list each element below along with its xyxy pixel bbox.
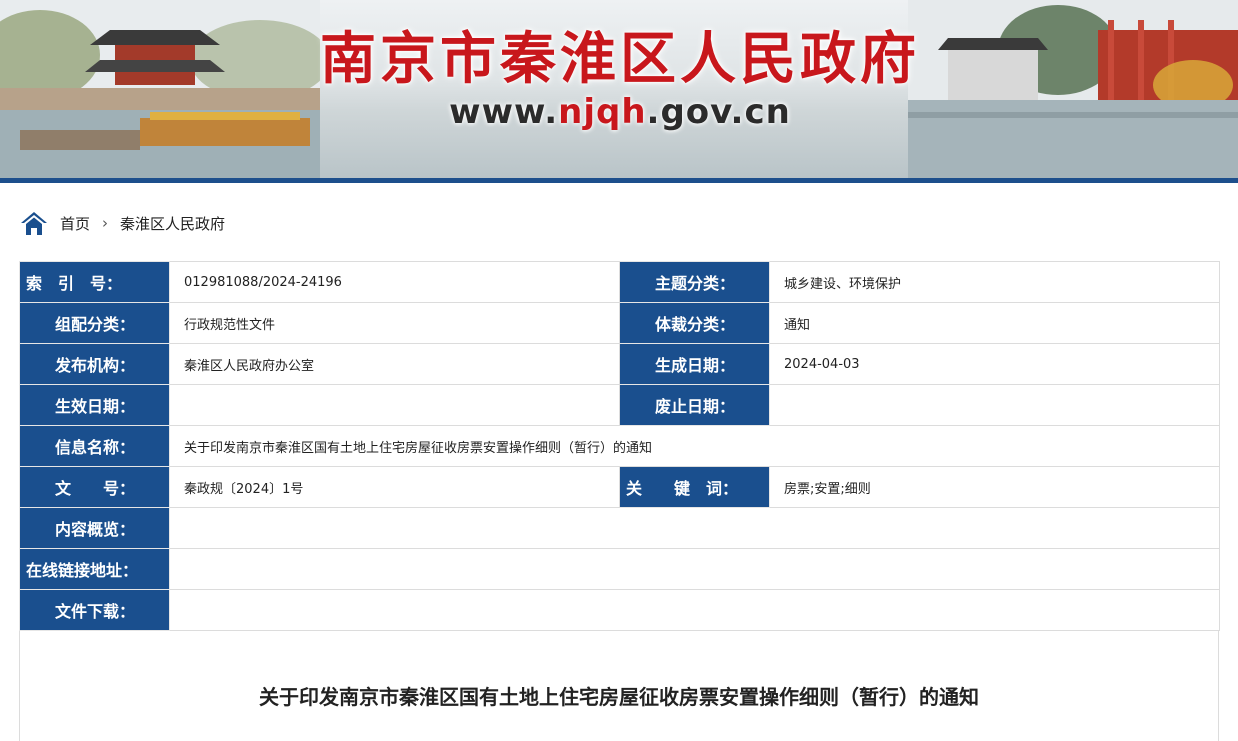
- created-date-value: 2024-04-03: [769, 343, 1220, 385]
- table-row: 信息名称： 关于印发南京市秦淮区国有土地上住宅房屋征收房票安置操作细则（暂行）的…: [19, 425, 1220, 467]
- table-row: 文件下载：: [19, 589, 1220, 631]
- site-banner: 南京市秦淮区人民政府 www.njqh.gov.cn: [0, 0, 1238, 178]
- effective-date-value: [169, 384, 620, 426]
- riverside-scene-image: [908, 0, 1238, 178]
- topic-category-label: 主题分类：: [619, 261, 770, 303]
- chevron-right-icon: ›: [102, 214, 109, 232]
- table-row: 内容概览：: [19, 507, 1220, 549]
- genre-category-label: 体裁分类：: [619, 302, 770, 344]
- online-link-value[interactable]: [169, 548, 1220, 590]
- keywords-value: 房票;安置;细则: [769, 466, 1220, 508]
- document-number-value: 秦政规〔2024〕1号: [169, 466, 620, 508]
- site-url: www.njqh.gov.cn: [320, 92, 920, 132]
- index-number-label: 索 引 号：: [19, 261, 170, 303]
- document-title: 关于印发南京市秦淮区国有土地上住宅房屋征收房票安置操作细则（暂行）的通知: [259, 685, 979, 709]
- publisher-value: 秦淮区人民政府办公室: [169, 343, 620, 385]
- assembly-category-value: 行政规范性文件: [169, 302, 620, 344]
- effective-date-label: 生效日期：: [19, 384, 170, 426]
- created-date-label: 生成日期：: [619, 343, 770, 385]
- site-url-prefix: www.: [449, 92, 559, 132]
- repeal-date-label: 废止日期：: [619, 384, 770, 426]
- temple-scene-image: [0, 0, 320, 178]
- keywords-label: 关 键 词：: [619, 466, 770, 508]
- breadcrumb-home-link[interactable]: 首页: [60, 213, 90, 234]
- breadcrumb: 首页 › 秦淮区人民政府: [20, 208, 225, 238]
- index-number-value: 012981088/2024-24196: [169, 261, 620, 303]
- file-download-value[interactable]: [169, 589, 1220, 631]
- publisher-label: 发布机构：: [19, 343, 170, 385]
- banner-divider: [0, 178, 1238, 183]
- genre-category-value: 通知: [769, 302, 1220, 344]
- breadcrumb-current-link[interactable]: 秦淮区人民政府: [120, 213, 225, 234]
- document-content: 关于印发南京市秦淮区国有土地上住宅房屋征收房票安置操作细则（暂行）的通知: [19, 631, 1219, 741]
- online-link-label: 在线链接地址：: [19, 548, 170, 590]
- content-summary-value: [169, 507, 1220, 549]
- document-number-label: 文 号：: [19, 466, 170, 508]
- info-name-label: 信息名称：: [19, 425, 170, 467]
- table-row: 文 号： 秦政规〔2024〕1号 关 键 词： 房票;安置;细则: [19, 466, 1220, 508]
- info-name-value: 关于印发南京市秦淮区国有土地上住宅房屋征收房票安置操作细则（暂行）的通知: [169, 425, 1220, 467]
- file-download-label: 文件下载：: [19, 589, 170, 631]
- site-url-highlight: njqh: [558, 92, 647, 132]
- home-icon[interactable]: [20, 210, 48, 236]
- repeal-date-value: [769, 384, 1220, 426]
- site-url-suffix: .gov.cn: [646, 92, 791, 132]
- site-title: 南京市秦淮区人民政府: [320, 27, 920, 92]
- table-row: 在线链接地址：: [19, 548, 1220, 590]
- content-summary-label: 内容概览：: [19, 507, 170, 549]
- assembly-category-label: 组配分类：: [19, 302, 170, 344]
- topic-category-value: 城乡建设、环境保护: [769, 261, 1220, 303]
- table-row: 索 引 号： 012981088/2024-24196 主题分类： 城乡建设、环…: [19, 261, 1220, 303]
- document-metadata-table: 索 引 号： 012981088/2024-24196 主题分类： 城乡建设、环…: [19, 261, 1220, 631]
- table-row: 组配分类： 行政规范性文件 体裁分类： 通知: [19, 302, 1220, 344]
- table-row: 生效日期： 废止日期：: [19, 384, 1220, 426]
- table-row: 发布机构： 秦淮区人民政府办公室 生成日期： 2024-04-03: [19, 343, 1220, 385]
